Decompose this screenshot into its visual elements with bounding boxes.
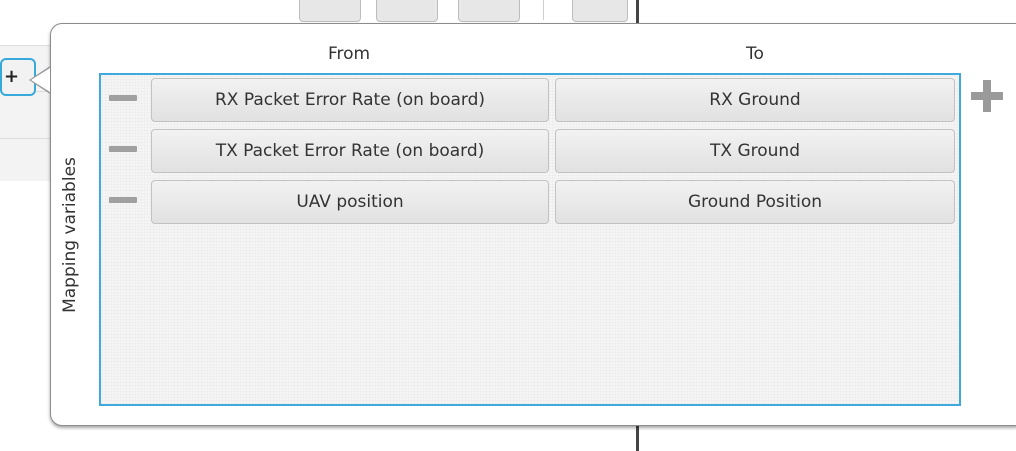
background-toolbar-button [299,0,361,22]
to-variable-button[interactable]: Ground Position [555,180,955,224]
from-variable-button[interactable]: UAV position [151,180,549,224]
from-variable-button[interactable]: RX Packet Error Rate (on board) [151,78,549,122]
from-column-header: From [327,44,371,64]
to-variable-button[interactable]: TX Ground [555,129,955,173]
background-divider-line [636,0,639,24]
background-toolbar-separator [543,0,544,20]
minus-icon[interactable] [109,95,137,101]
minus-icon[interactable] [109,197,137,203]
mapping-row: RX Packet Error Rate (on board) RX Groun… [101,75,959,123]
plus-icon: + [4,66,20,87]
background-toolbar-button [458,0,520,22]
popover-arrow-fill [31,68,50,92]
from-variable-button[interactable]: TX Packet Error Rate (on board) [151,129,549,173]
to-column-header: To [746,44,764,64]
mapping-list: RX Packet Error Rate (on board) RX Groun… [99,73,961,406]
mapping-row: UAV position Ground Position [101,177,959,225]
minus-icon[interactable] [109,146,137,152]
to-variable-button[interactable]: RX Ground [555,78,955,122]
background-toolbar-button [572,0,628,22]
add-mapping-button[interactable] [968,77,1008,117]
mapping-row: TX Packet Error Rate (on board) TX Groun… [101,126,959,174]
background-divider-line [636,425,639,451]
background-toolbar-button [376,0,438,22]
